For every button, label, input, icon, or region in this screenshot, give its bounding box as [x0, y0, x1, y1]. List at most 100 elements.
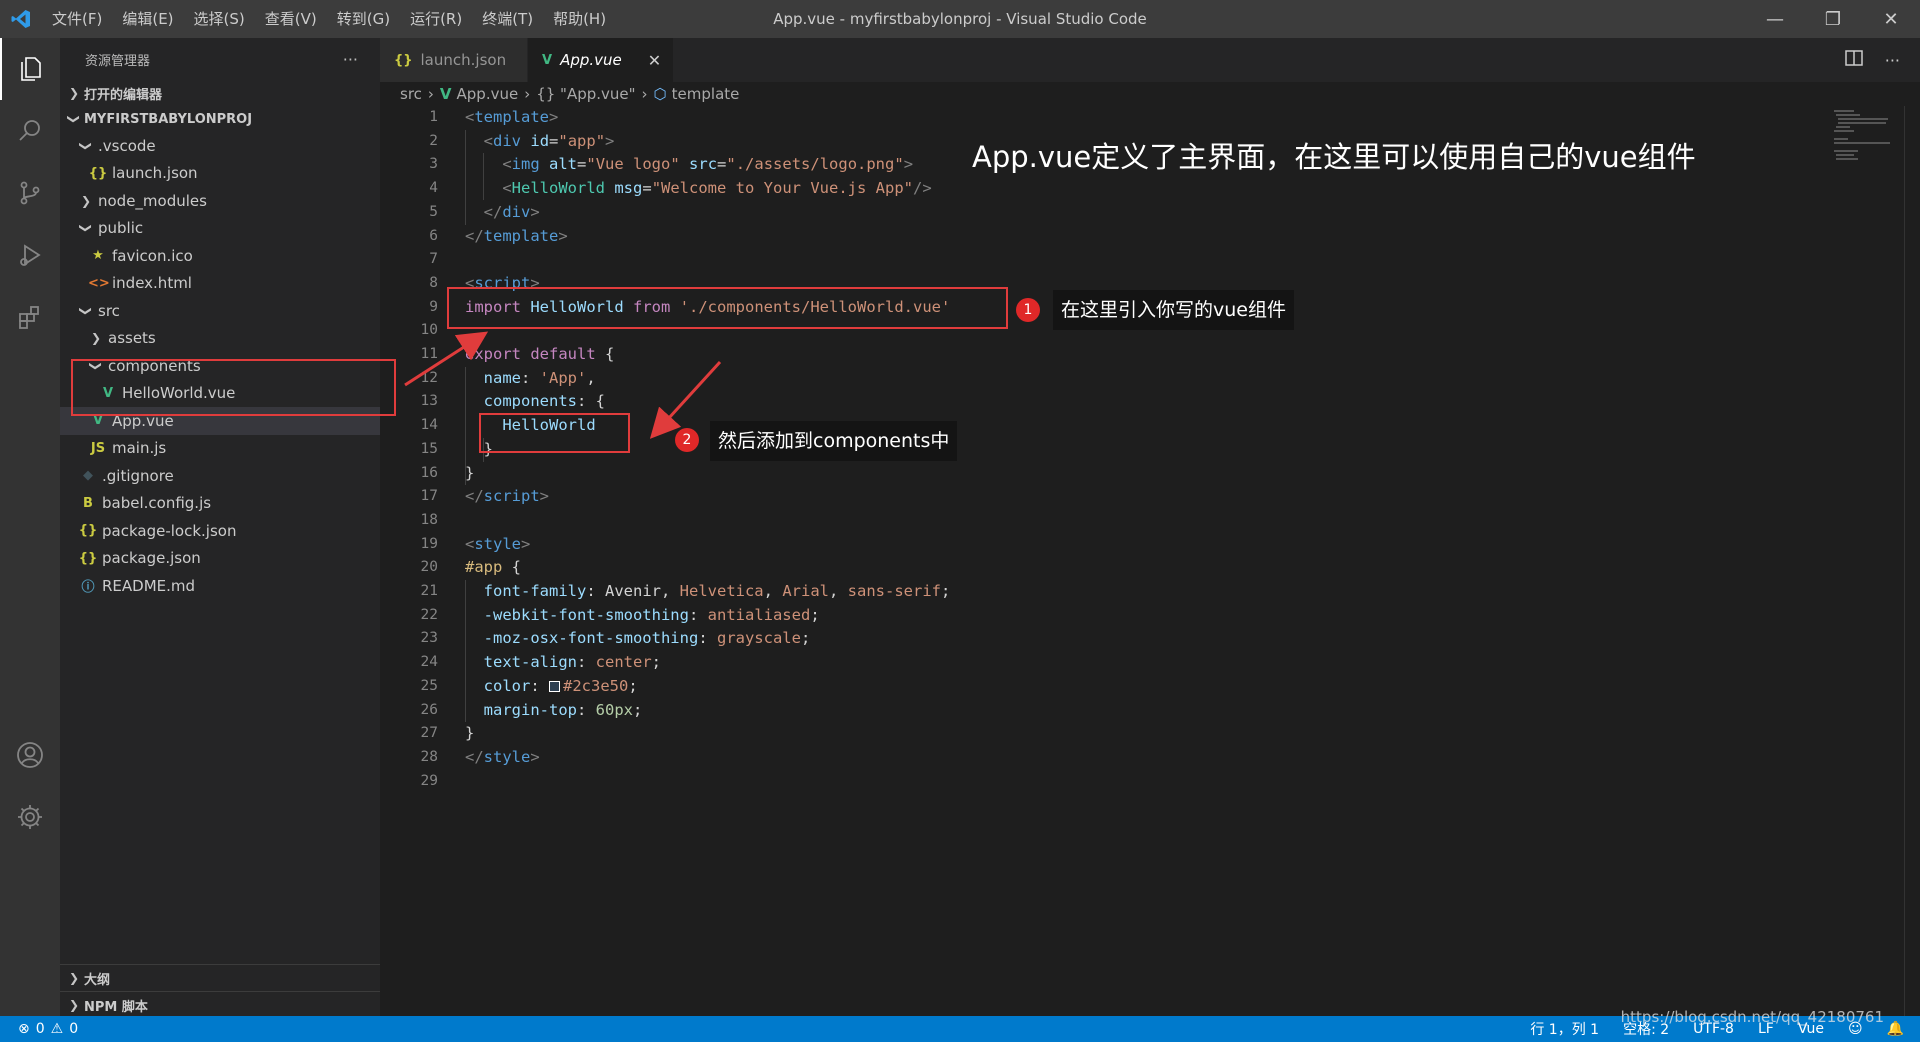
- tree-item-label: assets: [108, 329, 156, 348]
- project-section[interactable]: ❯ MYFIRSTBABYLONPROJ: [60, 106, 380, 132]
- breadcrumb-item[interactable]: {} "App.vue": [536, 85, 635, 103]
- code-token: <: [483, 131, 494, 150]
- tree-folder[interactable]: ❯ public: [60, 215, 380, 243]
- open-editors-section[interactable]: ❯ 打开的编辑器: [60, 80, 380, 106]
- code-line[interactable]: </script>: [465, 485, 549, 509]
- tree-file[interactable]: {} launch.json: [60, 160, 380, 188]
- code-token: 'App': [539, 368, 587, 387]
- code-line[interactable]: components: {: [465, 390, 605, 414]
- code-token: >: [549, 108, 559, 126]
- vertical-scrollbar[interactable]: [1904, 106, 1920, 1016]
- cursor-position[interactable]: 行 1，列 1: [1530, 1019, 1599, 1039]
- minimize-button[interactable]: —: [1746, 0, 1804, 38]
- code-token: ;: [810, 605, 820, 624]
- tab-app-vue[interactable]: V App.vue ✕: [528, 38, 674, 82]
- code-token: <: [465, 534, 475, 553]
- tree-file[interactable]: {} package.json: [60, 545, 380, 573]
- code-token: msg: [614, 179, 643, 198]
- menu-item[interactable]: 文件(F): [42, 0, 112, 38]
- source-control-icon[interactable]: [0, 162, 60, 224]
- code-line[interactable]: -moz-osx-font-smoothing: grayscale;: [465, 627, 811, 651]
- outline-section[interactable]: ❯ 大纲: [60, 964, 380, 991]
- menu-item[interactable]: 终端(T): [472, 0, 543, 38]
- code-line[interactable]: margin-top: 60px;: [465, 699, 643, 723]
- close-button[interactable]: ✕: [1862, 0, 1920, 38]
- line-number: 2: [429, 132, 438, 149]
- code-line[interactable]: </template>: [465, 225, 568, 249]
- breadcrumb-item[interactable]: App.vue: [457, 85, 519, 103]
- tree-file[interactable]: ◆ .gitignore: [60, 462, 380, 490]
- run-debug-icon[interactable]: [0, 224, 60, 286]
- open-editors-label: 打开的编辑器: [84, 87, 163, 103]
- menu-item[interactable]: 运行(R): [400, 0, 472, 38]
- code-line[interactable]: <div id="app">: [465, 130, 615, 154]
- chevron-right-icon: ›: [427, 85, 434, 103]
- breadcrumb-item[interactable]: template: [672, 85, 740, 103]
- code-line[interactable]: </div>: [465, 201, 540, 225]
- code-line[interactable]: <style>: [465, 533, 530, 557]
- split-editor-icon[interactable]: [1844, 50, 1863, 70]
- code-line[interactable]: color: #2c3e50;: [465, 675, 638, 699]
- problems-indicator[interactable]: ⊗ 0 ⚠ 0: [0, 1021, 78, 1037]
- close-tab-icon[interactable]: ✕: [648, 51, 661, 70]
- code-line[interactable]: text-align: center;: [465, 651, 661, 675]
- npm-scripts-section[interactable]: ❯ NPM 脚本: [60, 991, 380, 1018]
- code-line[interactable]: name: 'App',: [465, 367, 596, 391]
- tree-file[interactable]: Bbabel.config.js: [60, 490, 380, 518]
- code-token: >: [539, 487, 550, 506]
- line-number: 23: [420, 630, 438, 647]
- code-line[interactable]: #app {: [465, 556, 521, 580]
- tree-folder[interactable]: ❯ src: [60, 297, 380, 325]
- code-token: export: [465, 345, 521, 363]
- code-line[interactable]: </style>: [465, 746, 540, 770]
- code-token: -moz-osx-font-smoothing: [483, 629, 699, 648]
- code-token: >: [530, 747, 540, 766]
- tree-file[interactable]: JS main.js: [60, 435, 380, 463]
- tab-launch-json[interactable]: {} launch.json: [380, 38, 528, 82]
- code-token: Arial: [782, 582, 829, 600]
- restore-button[interactable]: ❐: [1804, 0, 1862, 38]
- code-line[interactable]: <HelloWorld msg="Welcome to Your Vue.js …: [465, 177, 931, 201]
- code-line[interactable]: }: [465, 462, 474, 486]
- tree-folder[interactable]: ❯ .vscode: [60, 132, 380, 160]
- settings-gear-icon[interactable]: [0, 786, 60, 848]
- search-icon[interactable]: [0, 100, 60, 162]
- minimap[interactable]: [1834, 106, 1904, 166]
- explorer-icon[interactable]: [0, 38, 60, 100]
- line-number: 24: [420, 654, 438, 671]
- menu-item[interactable]: 转到(G): [327, 0, 400, 38]
- account-icon[interactable]: [0, 724, 60, 786]
- editor-actions: ···: [1844, 38, 1900, 82]
- tree-file[interactable]: ⓘ README.md: [60, 572, 380, 600]
- code-line[interactable]: <img alt="Vue logo" src="./assets/logo.p…: [465, 153, 913, 177]
- breadcrumb-item[interactable]: src: [400, 85, 422, 103]
- menu-item[interactable]: 编辑(E): [112, 0, 183, 38]
- notifications-icon[interactable]: 🔔: [1887, 1021, 1904, 1037]
- tree-file[interactable]: <> index.html: [60, 270, 380, 298]
- color-swatch[interactable]: [549, 680, 561, 692]
- json-icon: {}: [78, 523, 98, 539]
- line-number: 25: [420, 677, 438, 694]
- menu-item[interactable]: 查看(V): [255, 0, 327, 38]
- code-token: "Vue logo": [586, 155, 680, 174]
- tree-folder[interactable]: ❯ node_modules: [60, 187, 380, 215]
- code-line[interactable]: font-family: Avenir, Helvetica, Arial, s…: [465, 580, 951, 604]
- menu-item[interactable]: 帮助(H): [543, 0, 616, 38]
- more-actions-icon[interactable]: ···: [343, 50, 358, 69]
- code-token: =: [642, 179, 652, 198]
- extensions-icon[interactable]: [0, 286, 60, 348]
- code-line[interactable]: <template>: [465, 106, 558, 130]
- code-line[interactable]: }: [465, 722, 474, 746]
- code-line[interactable]: -webkit-font-smoothing: antialiased;: [465, 604, 820, 628]
- code-editor[interactable]: 1 2 3 4 5 6 7 8 9 10 11 12 13 14 15 16 17 18 19 20 21 22 23 24 2…: [380, 106, 1920, 1016]
- annotation-badge-2: 2: [675, 428, 699, 452]
- code-token: components: [483, 392, 577, 411]
- more-actions-icon[interactable]: ···: [1885, 51, 1900, 70]
- menu-item[interactable]: 选择(S): [184, 0, 255, 38]
- code-line[interactable]: export default {: [465, 343, 614, 367]
- tree-folder[interactable]: ❯ assets: [60, 325, 380, 353]
- tree-file[interactable]: {} package-lock.json: [60, 517, 380, 545]
- tree-file[interactable]: ★ favicon.ico: [60, 242, 380, 270]
